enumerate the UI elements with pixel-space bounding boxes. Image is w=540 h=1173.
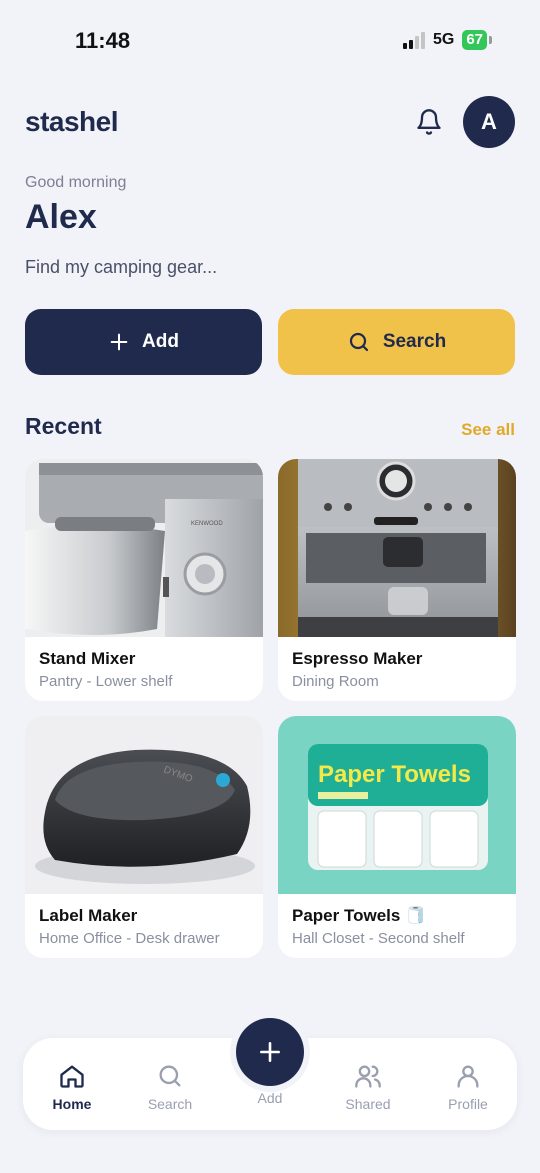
tab-profile[interactable]: Profile xyxy=(428,1062,508,1112)
bell-icon[interactable] xyxy=(415,108,443,136)
tab-search[interactable]: Search xyxy=(130,1062,210,1112)
search-button[interactable]: Search xyxy=(278,309,515,375)
fab-container xyxy=(230,1012,310,1092)
add-fab-button[interactable] xyxy=(236,1018,304,1086)
users-icon xyxy=(355,1065,381,1088)
stand-mixer-photo: KENWOOD xyxy=(25,459,263,637)
home-icon xyxy=(60,1065,84,1088)
battery-icon: 67 xyxy=(462,30,492,50)
search-prompt[interactable]: Find my camping gear... xyxy=(25,257,217,278)
plus-icon xyxy=(260,1042,280,1062)
tab-label: Home xyxy=(52,1096,92,1112)
see-all-link[interactable]: See all xyxy=(461,420,515,440)
search-button-label: Search xyxy=(382,331,447,352)
tab-label: Shared xyxy=(345,1096,391,1112)
app-header: stashel A xyxy=(25,96,515,148)
status-indicators: 5G 67 xyxy=(402,30,492,50)
item-location: Dining Room xyxy=(292,673,379,690)
package-text: Paper Towels xyxy=(318,761,471,788)
search-icon xyxy=(159,1065,181,1087)
tab-label: Add xyxy=(257,1090,283,1106)
status-bar: 11:48 5G 67 xyxy=(0,0,540,80)
search-icon xyxy=(349,332,368,352)
item-card-paper-towels[interactable]: Paper Towels Paper Towels 🧻 Hall Closet … xyxy=(278,716,516,958)
item-location: Pantry - Lower shelf xyxy=(39,673,173,690)
item-card-label-maker[interactable]: DYMO Label Maker Home Office - Desk draw… xyxy=(25,716,263,958)
tab-shared[interactable]: Shared xyxy=(328,1062,408,1112)
app-logo: stashel xyxy=(25,106,119,137)
item-location: Home Office - Desk drawer xyxy=(39,930,220,947)
label-maker-photo: DYMO xyxy=(25,716,263,894)
add-button-label: Add xyxy=(142,331,179,352)
user-name: Alex xyxy=(25,198,97,236)
greeting-text: Good morning xyxy=(25,174,127,191)
svg-text:KENWOOD: KENWOOD xyxy=(191,521,223,527)
paper-towels-photo: Paper Towels xyxy=(278,716,516,894)
plus-icon xyxy=(110,333,128,351)
item-location: Hall Closet - Second shelf xyxy=(292,930,465,947)
item-card-espresso-maker[interactable]: Espresso Maker Dining Room xyxy=(278,459,516,701)
signal-icon xyxy=(402,31,425,49)
status-time: 11:48 xyxy=(75,28,131,53)
user-icon xyxy=(457,1065,479,1088)
item-card-stand-mixer[interactable]: KENWOOD Stand Mixer Pantry - Lower shelf xyxy=(25,459,263,701)
item-title: Label Maker xyxy=(39,906,138,925)
item-title: Stand Mixer xyxy=(39,649,136,668)
add-button[interactable]: Add xyxy=(25,309,262,375)
espresso-maker-photo xyxy=(278,459,516,637)
tab-label: Profile xyxy=(448,1096,488,1112)
avatar[interactable]: A xyxy=(463,96,515,148)
battery-level: 67 xyxy=(462,30,487,50)
item-title: Espresso Maker xyxy=(292,649,423,668)
tab-home[interactable]: Home xyxy=(32,1062,112,1112)
item-title: Paper Towels 🧻 xyxy=(292,906,427,925)
tab-add[interactable]: Add xyxy=(230,1090,310,1106)
recent-heading: Recent xyxy=(25,413,102,439)
network-label: 5G xyxy=(432,31,455,48)
tab-label: Search xyxy=(147,1096,193,1112)
